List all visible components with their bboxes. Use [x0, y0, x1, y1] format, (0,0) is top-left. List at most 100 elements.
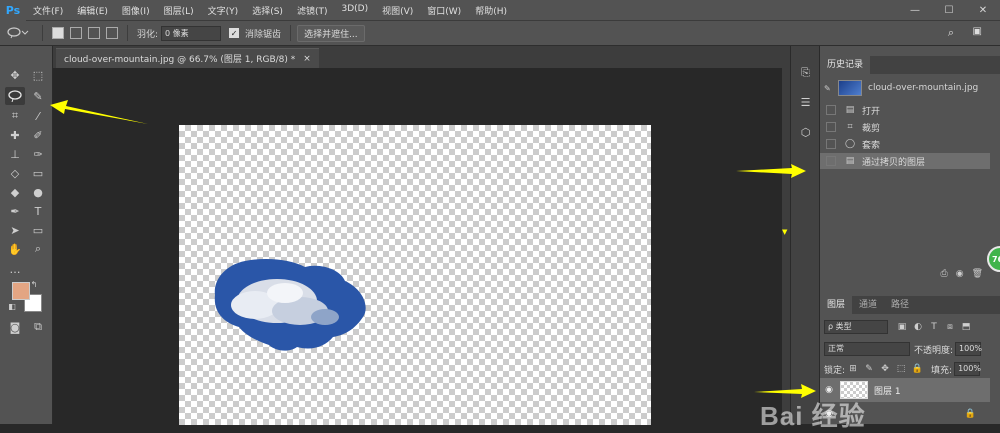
eraser-tool-icon[interactable]: ◇: [5, 164, 25, 182]
feather-input[interactable]: 0 像素: [161, 25, 222, 41]
history-snapshot[interactable]: ✎ cloud-over-mountain.jpg: [824, 80, 978, 96]
rectangle-tool-icon[interactable]: ▭: [28, 221, 48, 239]
tab-history[interactable]: 历史记录: [820, 56, 871, 74]
lock-position-icon[interactable]: ✥: [879, 363, 891, 375]
adjustments-icon[interactable]: ☰: [797, 94, 814, 111]
subtract-selection-icon[interactable]: [88, 27, 100, 39]
move-tool-icon[interactable]: ✥: [5, 66, 25, 84]
fill-input[interactable]: 100%: [954, 362, 981, 376]
canvas-scrollbar[interactable]: ▼: [782, 68, 790, 424]
pen-tool-icon[interactable]: ✒: [5, 202, 25, 220]
hand-tool-icon[interactable]: ✋: [5, 240, 25, 258]
filter-shape-icon[interactable]: ⧈: [944, 321, 956, 333]
gradient-tool-icon[interactable]: ▭: [28, 164, 48, 182]
menu-item[interactable]: 帮助(H): [468, 4, 514, 17]
history-item[interactable]: ▤ 打开: [820, 102, 990, 118]
filter-smart-icon[interactable]: ⬒: [960, 321, 972, 333]
annotation-arrow-lasso: [50, 100, 150, 126]
menu-item[interactable]: 选择(S): [245, 4, 290, 17]
default-colors-icon[interactable]: ◧: [6, 300, 18, 312]
healing-brush-icon[interactable]: ✚: [5, 126, 25, 144]
menu-item[interactable]: 窗口(W): [420, 4, 468, 17]
menu-item[interactable]: 编辑(E): [70, 4, 115, 17]
history-source-checkbox[interactable]: [826, 105, 836, 115]
intersect-selection-icon[interactable]: [106, 27, 118, 39]
menu-item[interactable]: 文件(F): [26, 4, 70, 17]
menu-item[interactable]: 图像(I): [115, 4, 157, 17]
options-bar: 羽化: 0 像素 ✓ 消除锯齿 选择并遮住... ⌕ ▣: [0, 21, 1000, 46]
lock-artboard-icon[interactable]: ⬚: [895, 363, 907, 375]
history-source-checkbox[interactable]: [826, 139, 836, 149]
scroll-down-icon[interactable]: ▼: [782, 228, 787, 236]
quick-mask-icon[interactable]: ◙: [5, 318, 25, 336]
history-item[interactable]: ◯ 套索: [820, 136, 990, 152]
layer-filter-select[interactable]: ρ 类型: [824, 320, 888, 334]
filter-adjust-icon[interactable]: ◐: [912, 321, 924, 333]
add-selection-icon[interactable]: [70, 27, 82, 39]
menu-item[interactable]: 文字(Y): [201, 4, 246, 17]
snapshot-thumbnail: [838, 80, 862, 96]
lock-image-icon[interactable]: ✎: [863, 363, 875, 375]
properties-icon[interactable]: ⎘: [797, 64, 814, 81]
stamp-tool-icon[interactable]: ⊥: [5, 145, 25, 163]
eyedropper-tool-icon[interactable]: ⁄: [28, 107, 48, 125]
opacity-input[interactable]: 100%: [955, 342, 982, 356]
history-brush-source-icon[interactable]: ✎: [824, 84, 838, 93]
new-selection-icon[interactable]: [52, 27, 64, 39]
menu-item[interactable]: 滤镜(T): [290, 4, 335, 17]
document-tab-bar: cloud-over-mountain.jpg @ 66.7% (图层 1, R…: [53, 46, 790, 68]
canvas-area[interactable]: [53, 68, 790, 425]
foreground-color-swatch[interactable]: [12, 282, 30, 300]
history-item[interactable]: ⌗ 裁剪: [820, 119, 990, 135]
blend-mode-select[interactable]: 正常: [824, 342, 910, 356]
document-tab[interactable]: cloud-over-mountain.jpg @ 66.7% (图层 1, R…: [56, 48, 319, 68]
more-tools-icon[interactable]: …: [5, 260, 25, 278]
filter-pixel-icon[interactable]: ▣: [896, 321, 908, 333]
tab-layers[interactable]: 图层: [820, 296, 853, 314]
zoom-tool-icon[interactable]: ⌕: [28, 240, 48, 258]
history-item-label: 打开: [862, 106, 881, 117]
3d-cube-icon[interactable]: ⬡: [797, 124, 814, 141]
select-and-mask-button[interactable]: 选择并遮住...: [297, 24, 365, 42]
brush-tool-icon[interactable]: ✐: [28, 126, 48, 144]
visibility-eye-icon[interactable]: ◉: [820, 385, 838, 395]
lasso-preset-icon[interactable]: [0, 27, 36, 39]
history-brush-icon[interactable]: ✑: [28, 145, 48, 163]
new-document-from-state-icon[interactable]: ⎙: [941, 269, 948, 281]
lock-all-icon[interactable]: 🔒: [911, 363, 923, 375]
menu-item[interactable]: 3D(D): [334, 4, 375, 17]
lasso-icon: ◯: [844, 139, 856, 149]
antialias-checkbox[interactable]: ✓: [229, 28, 240, 38]
close-tab-icon[interactable]: ×: [303, 54, 311, 64]
menu-item[interactable]: 视图(V): [375, 4, 420, 17]
marquee-tool-icon[interactable]: ⬚: [28, 66, 48, 84]
toolbox: ✥ ⬚ ✎ ⌗ ⁄ ✚ ✐ ⊥ ✑ ◇ ▭ ◆ ● ✒ T ➤ ▭ ✋ ⌕ … …: [0, 46, 53, 424]
transparent-canvas[interactable]: [179, 125, 651, 425]
lock-transparent-icon[interactable]: ⊞: [847, 363, 859, 375]
close-button[interactable]: ✕: [966, 0, 1000, 21]
workspace-icon[interactable]: ▣: [973, 26, 982, 37]
history-source-checkbox[interactable]: [826, 122, 836, 132]
history-item-label: 通过拷贝的图层: [862, 157, 926, 168]
blur-tool-icon[interactable]: ◆: [5, 183, 25, 201]
minimize-button[interactable]: —: [898, 0, 932, 21]
path-select-icon[interactable]: ➤: [5, 221, 25, 239]
camera-snapshot-icon[interactable]: ◉: [956, 269, 964, 281]
tab-channels[interactable]: 通道: [852, 296, 884, 314]
quick-select-tool-icon[interactable]: ✎: [28, 87, 48, 105]
screen-mode-icon[interactable]: ⧉: [28, 318, 48, 336]
history-item[interactable]: ▤ 通过拷贝的图层: [820, 153, 990, 169]
search-icon[interactable]: ⌕: [948, 26, 954, 40]
dodge-tool-icon[interactable]: ●: [28, 183, 48, 201]
type-tool-icon[interactable]: T: [28, 202, 48, 220]
maximize-button[interactable]: ☐: [932, 0, 966, 21]
document-icon: ▤: [845, 105, 855, 115]
tab-paths[interactable]: 路径: [884, 296, 916, 314]
panel-icon-strip: ⎘ ☰ ⬡: [790, 46, 819, 424]
delete-icon[interactable]: 🗑: [972, 269, 983, 281]
menu-item[interactable]: 图层(L): [157, 4, 201, 17]
history-source-checkbox[interactable]: [826, 156, 836, 166]
filter-type-icon[interactable]: T: [928, 321, 940, 333]
lasso-tool-icon[interactable]: [5, 87, 25, 105]
crop-tool-icon[interactable]: ⌗: [5, 107, 25, 125]
